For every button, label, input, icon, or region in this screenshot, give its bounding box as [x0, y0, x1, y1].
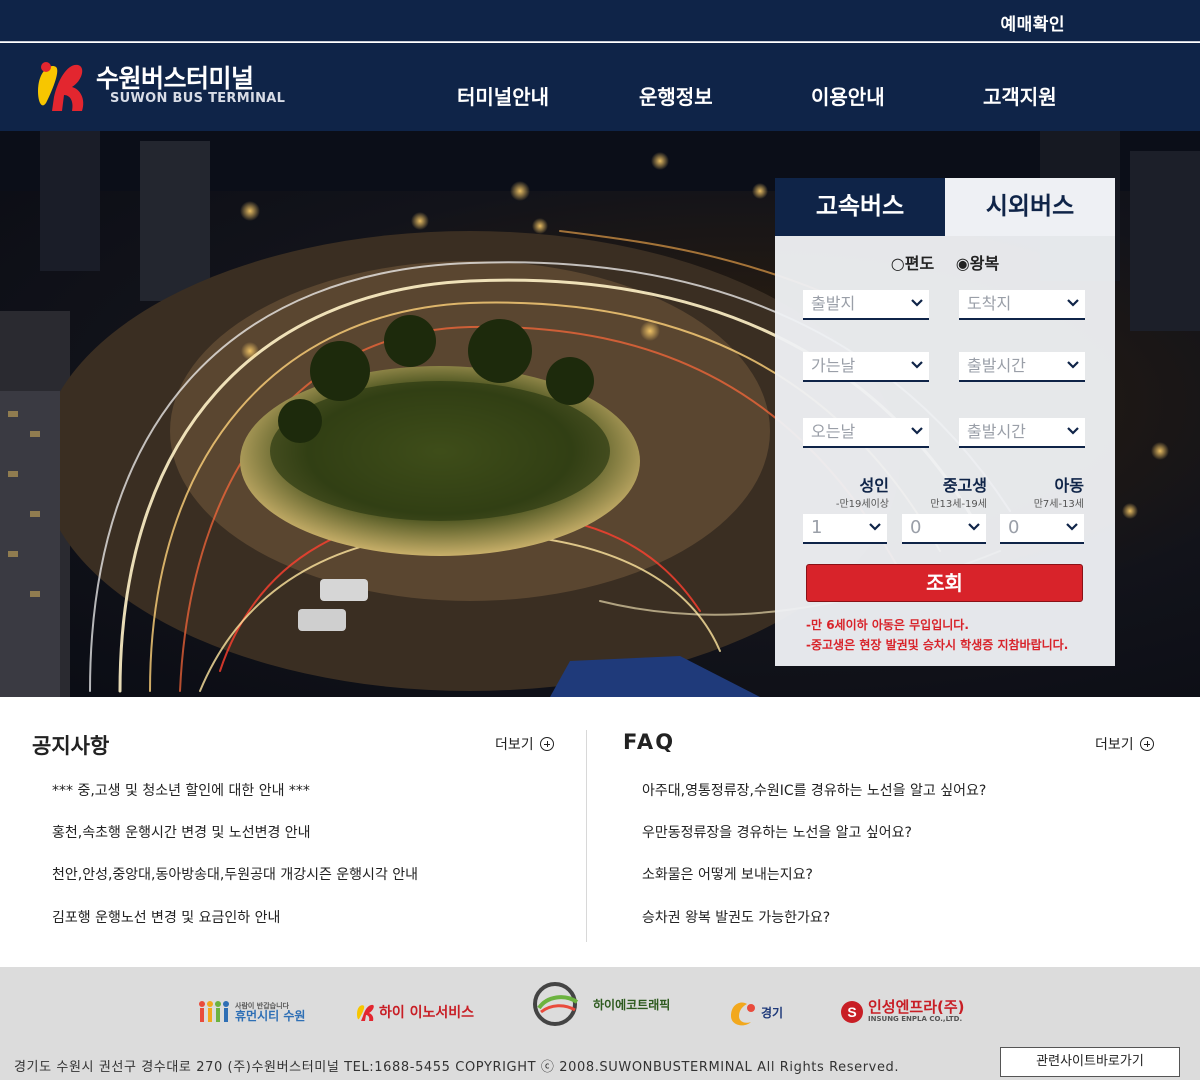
reservation-check-link[interactable]: 예매확인: [1000, 10, 1065, 35]
search-button[interactable]: 조회: [806, 564, 1083, 602]
copyright-address: 경기도 수원시 권선구 경수대로 270 (주)수원버스터미널 TEL:1688…: [14, 1060, 900, 1075]
adult-count-value: 1: [811, 517, 823, 538]
partner-gyeonggi[interactable]: 경기: [727, 997, 783, 1027]
top-utility-bar: 예매확인: [0, 0, 1200, 42]
adult-label: 성인: [859, 476, 889, 495]
child-label: 아동: [1054, 476, 1084, 495]
notice-item[interactable]: *** 중,고생 및 청소년 할인에 대한 안내 ***: [52, 780, 310, 800]
trip-type-selector: ○편도 ◉왕복: [775, 250, 1115, 274]
one-way-radio[interactable]: ○편도: [891, 254, 934, 273]
student-age-note: 만13세-19세: [930, 499, 987, 510]
student-count-value: 0: [910, 517, 922, 538]
student-label: 중고생: [942, 476, 987, 495]
student-count-select[interactable]: 0: [902, 514, 986, 544]
chevron-down-icon: [1067, 299, 1079, 307]
hi-innoservice-logo-icon: [357, 1004, 374, 1021]
notice-more-label: 더보기: [495, 737, 534, 753]
child-count-select[interactable]: 0: [1000, 514, 1084, 544]
go-date-select[interactable]: 가는날: [803, 352, 929, 382]
chevron-down-icon: [1066, 523, 1078, 531]
chevron-down-icon: [911, 361, 923, 369]
plus-circle-icon: [539, 737, 554, 751]
plus-circle-icon: [1139, 737, 1154, 751]
gyeonggi-logo-icon: [731, 1002, 755, 1026]
insung-enpla-sub: INSUNG ENPLA CO.,LTD.: [868, 1015, 963, 1024]
partner-insung-enpla[interactable]: S 인성엔프라(주) INSUNG ENPLA CO.,LTD.: [840, 997, 965, 1027]
notice-item[interactable]: 김포행 운행노선 변경 및 요금인하 안내: [52, 907, 280, 927]
child-age-note: 만7세-13세: [1033, 499, 1084, 510]
arrival-select[interactable]: 도착지: [959, 290, 1085, 320]
child-count-value: 0: [1008, 517, 1020, 538]
faq-item[interactable]: 소화물은 어떻게 보내는지요?: [642, 864, 813, 884]
return-time-select[interactable]: 출발시간: [959, 418, 1085, 448]
chevron-down-icon: [968, 523, 980, 531]
go-date-select-value: 가는날: [811, 356, 856, 375]
faq-more-link[interactable]: 더보기: [1095, 734, 1154, 754]
partner-hi-ecotraffic[interactable]: 하이에코트래픽: [533, 982, 671, 1026]
nav-terminal-info[interactable]: 터미널안내: [457, 81, 549, 110]
departure-select-value: 출발지: [811, 294, 856, 313]
hi-ecotraffic-name: 하이에코트래픽: [593, 997, 671, 1012]
booking-panel: 고속버스 시외버스 ○편도 ◉왕복 출발지 도착지 가는날 출발시간 오는날 출…: [775, 178, 1115, 666]
nav-customer-support[interactable]: 고객지원: [983, 81, 1057, 110]
human-city-suwon-logo-icon: [199, 1001, 229, 1022]
child-free-note: -만 6세이하 아동은 무입입니다.: [806, 618, 969, 632]
partner-hi-innoservice[interactable]: 하이 이노서비스: [355, 997, 474, 1027]
tab-express-bus[interactable]: 고속버스: [775, 178, 945, 236]
notice-item[interactable]: 천안,안성,중앙대,동아방송대,두원공대 개강시즌 운행시각 안내: [52, 864, 418, 884]
related-sites-select[interactable]: 관련사이트바로가기: [1000, 1047, 1180, 1077]
nav-schedule-info[interactable]: 운행정보: [639, 81, 713, 110]
notice-item[interactable]: 홍천,속초행 운행시간 변경 및 노선변경 안내: [52, 822, 311, 842]
arrival-select-value: 도착지: [967, 294, 1012, 313]
partner-human-city-suwon[interactable]: 사람이 반갑습니다 휴먼시티 수원: [197, 997, 305, 1027]
human-city-name: 휴먼시티 수원: [235, 1008, 306, 1023]
go-time-select-value: 출발시간: [967, 356, 1026, 375]
site-footer: 사람이 반갑습니다 휴먼시티 수원 하이 이노서비스 하이에코트래픽 경기 S: [0, 967, 1200, 1080]
adult-count-select[interactable]: 1: [803, 514, 887, 544]
nav-usage-guide[interactable]: 이용안내: [811, 81, 885, 110]
go-time-select[interactable]: 출발시간: [959, 352, 1085, 382]
round-trip-radio[interactable]: ◉왕복: [956, 254, 999, 273]
chevron-down-icon: [1067, 361, 1079, 369]
faq-item[interactable]: 우만동정류장을 경유하는 노선을 알고 싶어요?: [642, 822, 912, 842]
gyeonggi-name: 경기: [761, 1005, 784, 1020]
adult-age-note: -만19세이상: [835, 499, 889, 510]
main-navigation: 터미널안내 운행정보 이용안내 고객지원: [0, 81, 1200, 111]
insung-enpla-logo-icon: S: [841, 1001, 863, 1023]
faq-more-label: 더보기: [1095, 737, 1134, 753]
board-divider: [586, 730, 587, 942]
tab-intercity-bus[interactable]: 시외버스: [945, 178, 1115, 236]
notice-more-link[interactable]: 더보기: [495, 734, 554, 754]
faq-item[interactable]: 승차권 왕복 발권도 가능한가요?: [642, 907, 830, 927]
site-header: 수원버스터미널 SUWON BUS TERMINAL 터미널안내 운행정보 이용…: [0, 43, 1200, 131]
hi-innoservice-name: 하이 이노서비스: [379, 1005, 475, 1021]
insung-enpla-name: 인성엔프라(주): [868, 998, 965, 1017]
return-date-select-value: 오는날: [811, 422, 856, 441]
faq-item[interactable]: 아주대,영통정류장,수원IC를 경유하는 노선을 알고 싶어요?: [642, 780, 986, 800]
chevron-down-icon: [911, 299, 923, 307]
departure-select[interactable]: 출발지: [803, 290, 929, 320]
svg-text:S: S: [847, 1004, 856, 1020]
return-time-select-value: 출발시간: [967, 422, 1026, 441]
faq-board-title: FAQ: [623, 730, 676, 754]
chevron-down-icon: [1067, 427, 1079, 435]
chevron-down-icon: [869, 523, 881, 531]
student-id-note: -중고생은 현장 발권및 승차시 학생증 지참바랍니다.: [806, 638, 1069, 652]
chevron-down-icon: [911, 427, 923, 435]
notice-board-title: 공지사항: [32, 734, 110, 758]
hi-ecotraffic-logo-icon: [533, 982, 579, 1026]
return-date-select[interactable]: 오는날: [803, 418, 929, 448]
